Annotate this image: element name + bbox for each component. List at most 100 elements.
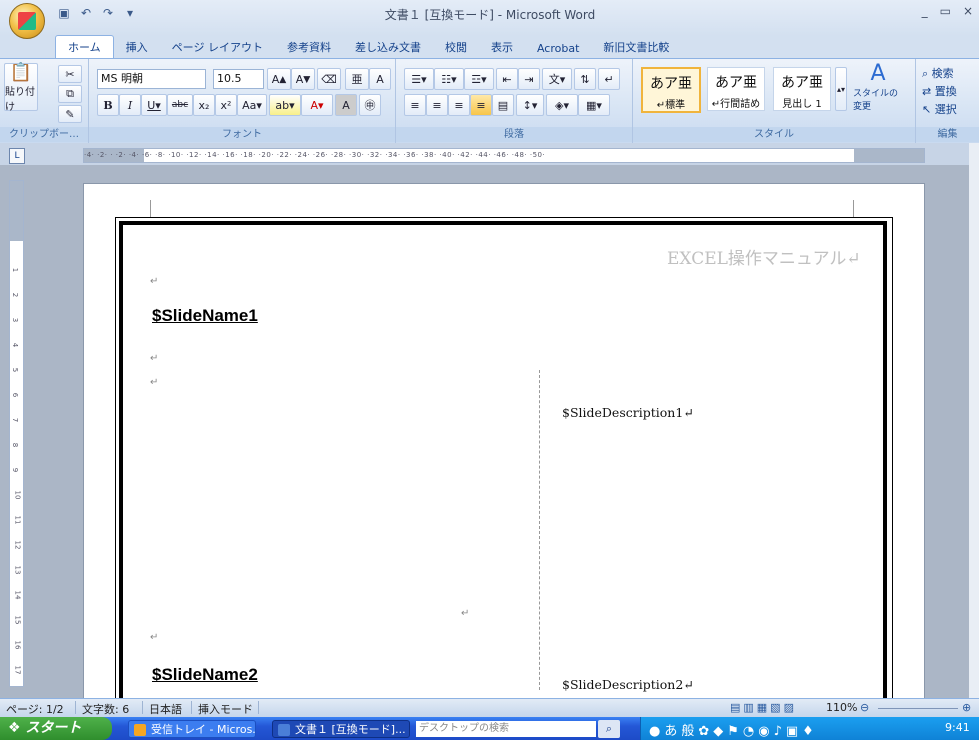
sort-icon[interactable]: ⇅ bbox=[574, 68, 596, 90]
font-color-icon[interactable]: A▾ bbox=[301, 94, 333, 116]
vruler-number: 16 bbox=[13, 640, 22, 650]
grow-font-button[interactable]: A ▲ bbox=[267, 68, 291, 90]
word-icon bbox=[278, 724, 290, 736]
slide-description-2[interactable]: $SlideDescription2↵ bbox=[562, 677, 694, 692]
align-left-icon[interactable]: ≡ bbox=[404, 94, 426, 116]
slide-description-1[interactable]: $SlideDescription1↵ bbox=[562, 405, 694, 420]
vruler-margin bbox=[10, 181, 23, 241]
task-outlook[interactable]: 受信トレイ - Micros... bbox=[128, 720, 256, 738]
styles-scroll-icon[interactable]: ▴▾ bbox=[835, 67, 847, 111]
font-label: フォント bbox=[89, 127, 395, 142]
tab-selector-button[interactable]: L bbox=[9, 148, 25, 164]
customize-qat-icon[interactable]: ▾ bbox=[122, 5, 138, 21]
vertical-ruler[interactable]: 123456789101112131415161718 bbox=[9, 180, 24, 687]
paragraph-mark: ↵ bbox=[461, 608, 470, 619]
char-shading-icon[interactable]: A bbox=[335, 94, 357, 116]
tab-review[interactable]: 校閲 bbox=[433, 36, 479, 58]
change-styles-button[interactable]: A スタイルの変更 bbox=[853, 61, 903, 112]
slide-name-2[interactable]: $SlideName2 bbox=[152, 665, 258, 685]
line-spacing-icon[interactable]: ↕▾ bbox=[516, 94, 544, 116]
shading-icon[interactable]: ◈▾ bbox=[546, 94, 578, 116]
char-border-icon[interactable]: A bbox=[369, 68, 391, 90]
font-size-box[interactable]: 10.5 bbox=[213, 69, 264, 89]
style-no-spacing[interactable]: あア亜 ↵行間詰め bbox=[707, 67, 765, 111]
column-divider bbox=[539, 370, 540, 690]
horizontal-ruler[interactable]: ·4· ·2· · ·2· ·4· ·6· ·8· ·10· ·12· ·14·… bbox=[83, 148, 925, 163]
vruler-number: 7 bbox=[11, 417, 20, 423]
borders-icon[interactable]: ▦▾ bbox=[578, 94, 610, 116]
superscript-button[interactable]: x² bbox=[215, 94, 237, 116]
format-painter-icon[interactable]: ✎ bbox=[58, 105, 82, 123]
tab-view[interactable]: 表示 bbox=[479, 36, 525, 58]
view-buttons[interactable]: ▤▥▦▧▨ bbox=[730, 701, 797, 714]
find-button[interactable]: ⌕ 検索 bbox=[922, 65, 954, 81]
strikethrough-button[interactable]: abc bbox=[167, 94, 193, 116]
tab-page-layout[interactable]: ページ レイアウト bbox=[160, 36, 275, 58]
cut-icon[interactable]: ✂ bbox=[58, 65, 82, 83]
font-name-box[interactable]: MS 明朝 bbox=[97, 69, 206, 89]
system-tray: ●あ般✿◆⚑◔◉♪▣♦ 9:41 bbox=[640, 717, 979, 740]
redo-icon[interactable]: ↷ bbox=[100, 5, 116, 21]
insert-mode[interactable]: 挿入モード bbox=[198, 701, 253, 717]
increase-indent-icon[interactable]: ⇥ bbox=[518, 68, 540, 90]
shrink-font-button[interactable]: A ▼ bbox=[291, 68, 315, 90]
minimize-button[interactable]: _ bbox=[922, 4, 928, 18]
underline-button[interactable]: U▾ bbox=[141, 94, 167, 116]
zoom-out-icon[interactable]: ⊖ bbox=[860, 701, 869, 714]
clear-format-icon[interactable]: ⌫ bbox=[317, 68, 341, 90]
clipboard-group: 📋 貼り付け ✂ ⧉ ✎ クリップボー… bbox=[0, 59, 89, 143]
distributed-icon[interactable]: ▤ bbox=[492, 94, 514, 116]
tab-acrobat[interactable]: Acrobat bbox=[525, 39, 591, 58]
copy-icon[interactable]: ⧉ bbox=[58, 85, 82, 103]
tab-compare[interactable]: 新旧文書比較 bbox=[591, 36, 681, 58]
multilevel-list-icon[interactable]: ☲▾ bbox=[464, 68, 494, 90]
header-text[interactable]: EXCEL操作マニュアル↵ bbox=[667, 244, 861, 269]
style-heading1[interactable]: あア亜 見出し 1 bbox=[773, 67, 831, 111]
select-button[interactable]: ↖ 選択 bbox=[922, 101, 957, 117]
undo-icon[interactable]: ↶ bbox=[78, 5, 94, 21]
task-word[interactable]: 文書１ [互換モード]... bbox=[272, 720, 410, 738]
style-normal[interactable]: あア亜 ↵標準 bbox=[641, 67, 701, 113]
maximize-button[interactable]: ▭ bbox=[940, 4, 951, 18]
close-button[interactable]: × bbox=[963, 4, 973, 18]
tab-home[interactable]: ホーム bbox=[55, 35, 114, 58]
vertical-scrollbar[interactable] bbox=[969, 143, 979, 698]
tab-mailings[interactable]: 差し込み文書 bbox=[343, 36, 433, 58]
replace-icon: ⇄ bbox=[922, 85, 932, 98]
subscript-button[interactable]: x₂ bbox=[193, 94, 215, 116]
highlight-icon[interactable]: ab▾ bbox=[269, 94, 301, 116]
status-separator bbox=[142, 701, 143, 714]
search-icon[interactable]: ⌕ bbox=[598, 720, 620, 738]
desktop-search-input[interactable]: デスクトップの検索 bbox=[416, 721, 596, 737]
page-count[interactable]: ページ: 1/2 bbox=[6, 701, 64, 717]
slide-name-1[interactable]: $SlideName1 bbox=[152, 306, 258, 326]
asian-layout-icon[interactable]: 文▾ bbox=[542, 68, 572, 90]
align-center-icon[interactable]: ≡ bbox=[426, 94, 448, 116]
bold-button[interactable]: B bbox=[97, 94, 119, 116]
change-case-button[interactable]: Aa▾ bbox=[237, 94, 267, 116]
save-icon[interactable]: ▣ bbox=[56, 5, 72, 21]
word-count[interactable]: 文字数: 6 bbox=[82, 701, 129, 717]
start-button[interactable]: ❖ スタート bbox=[0, 717, 112, 740]
enclose-char-icon[interactable]: ㊥ bbox=[359, 94, 381, 116]
phonetic-guide-icon[interactable]: 亜 bbox=[345, 68, 369, 90]
replace-button[interactable]: ⇄ 置換 bbox=[922, 83, 957, 99]
editing-group: ⌕ 検索 ⇄ 置換 ↖ 選択 編集 bbox=[916, 59, 979, 143]
zoom-slider[interactable] bbox=[878, 708, 958, 709]
italic-button[interactable]: I bbox=[119, 94, 141, 116]
tray-icons[interactable]: ●あ般✿◆⚑◔◉♪▣♦ bbox=[649, 720, 818, 739]
language-indicator[interactable]: 日本語 bbox=[149, 701, 182, 717]
align-right-icon[interactable]: ≡ bbox=[448, 94, 470, 116]
numbering-icon[interactable]: ☷▾ bbox=[434, 68, 464, 90]
office-button[interactable] bbox=[9, 3, 45, 39]
show-marks-icon[interactable]: ↵ bbox=[598, 68, 620, 90]
tab-references[interactable]: 参考資料 bbox=[275, 36, 343, 58]
justify-icon[interactable]: ≡ bbox=[470, 94, 492, 116]
decrease-indent-icon[interactable]: ⇤ bbox=[496, 68, 518, 90]
paste-button[interactable]: 📋 貼り付け bbox=[4, 62, 38, 113]
zoom-in-icon[interactable]: ⊕ bbox=[962, 701, 971, 714]
tab-insert[interactable]: 挿入 bbox=[114, 36, 160, 58]
bullets-icon[interactable]: ☰▾ bbox=[404, 68, 434, 90]
zoom-level[interactable]: 110% bbox=[826, 701, 857, 714]
vruler-number: 9 bbox=[11, 467, 20, 473]
